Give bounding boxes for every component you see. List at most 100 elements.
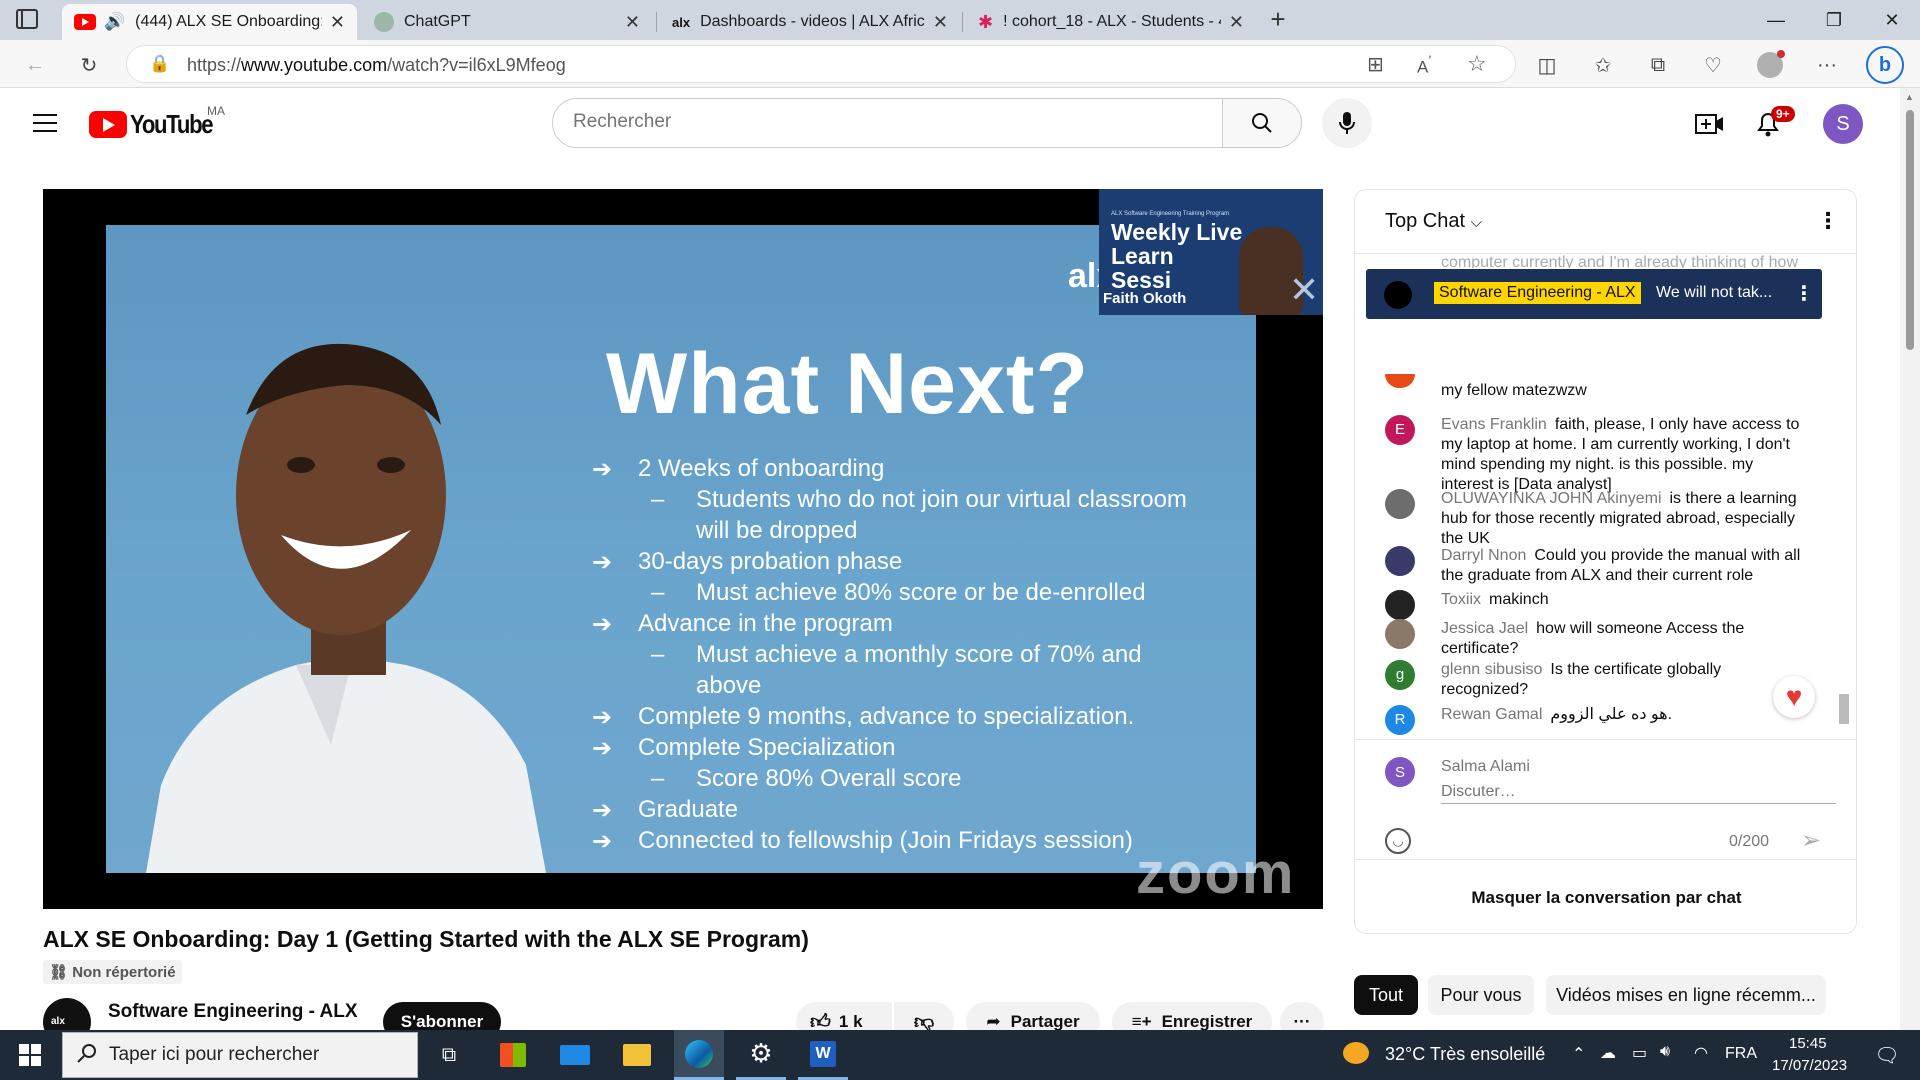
bullet-arrow-icon: ➔ (592, 797, 613, 824)
account-avatar[interactable]: S (1823, 104, 1863, 144)
chat-avatar: E (1385, 415, 1415, 445)
slide: alx What Next? ➔ 2 Weeks of onboarding – St… (106, 225, 1293, 906)
search-box[interactable] (552, 98, 1224, 148)
back-button[interactable]: ← (20, 50, 50, 80)
chip-all[interactable]: Tout (1354, 975, 1418, 1015)
search-button[interactable] (1222, 98, 1302, 148)
microsoft-store-icon[interactable] (488, 1035, 538, 1075)
file-explorer-icon[interactable] (612, 1035, 662, 1075)
search-input[interactable] (573, 111, 1193, 133)
read-aloud-icon[interactable]: Aʼ (1417, 54, 1432, 78)
tab-separator (962, 12, 963, 32)
slide-bullet: 30-days probation phase (638, 548, 903, 575)
close-tab-icon[interactable]: ✕ (1229, 12, 1244, 33)
app-available-icon[interactable]: ⊞ (1367, 52, 1384, 77)
chat-message[interactable]: Darryl Nnon Could you provide the manual … (1385, 546, 1805, 586)
split-screen-icon[interactable]: ◫ (1532, 50, 1562, 80)
address-bar[interactable]: 🔒 https://www.youtube.com/watch?v=il6xL9… (126, 45, 1516, 83)
emoji-icon[interactable]: ◡ (1385, 828, 1411, 854)
video-player[interactable]: alx What Next? ➔ 2 Weeks of onboarding – St… (43, 189, 1323, 909)
close-pip-icon[interactable]: ✕ (1289, 269, 1319, 311)
slide-sub-bullet: Must achieve 80% score or be de-enrolled (696, 579, 1146, 606)
tab-chatgpt[interactable]: ChatGPT ✕ (362, 4, 652, 40)
hamburger-menu-icon[interactable] (33, 114, 57, 132)
close-tab-icon[interactable]: ✕ (933, 12, 948, 33)
task-view-icon[interactable]: ⧉ (424, 1035, 474, 1075)
tab-youtube[interactable]: 🔊 (444) ALX SE Onboarding: D ✕ (62, 4, 357, 40)
volume-icon[interactable]: 🔊︎ (1660, 1043, 1670, 1061)
weather-text[interactable]: 32°C Très ensoleillé (1385, 1044, 1545, 1065)
windows-start-icon[interactable] (5, 1035, 55, 1075)
tab-title: ChatGPT (404, 13, 471, 30)
share-icon: ➦ (986, 1012, 1001, 1031)
send-icon[interactable]: ➢ (1801, 826, 1821, 855)
tab-slack[interactable]: ✱ ! cohort_18 - ALX - Students - 4 ✕ (966, 4, 1256, 40)
wifi-icon[interactable]: ◠ (1694, 1043, 1708, 1063)
tab-title: (444) ALX SE Onboarding: D (135, 13, 322, 30)
heart-reaction-icon[interactable]: ♥ (1773, 676, 1815, 718)
favorite-star-icon[interactable]: ☆ (1467, 51, 1487, 77)
chat-message-input[interactable] (1441, 780, 1836, 804)
chat-menu-icon[interactable]: ⋮ (1817, 208, 1839, 234)
youtube-header: YouTube MA 9+ S (0, 88, 1900, 160)
favorites-icon[interactable]: ✩ (1588, 50, 1618, 80)
collections-icon[interactable]: ⧉ (1643, 50, 1673, 80)
channel-name[interactable]: Software Engineering - ALX (108, 1001, 358, 1023)
page-scrollbar[interactable]: ▲ (1900, 88, 1920, 1030)
hide-chat-button[interactable]: Masquer la conversation par chat (1355, 859, 1856, 933)
new-tab-button[interactable]: + (1262, 4, 1294, 36)
onedrive-icon[interactable]: ☁ (1600, 1043, 1616, 1063)
chat-author: Darryl Nnon (1441, 547, 1527, 564)
edge-browser-icon[interactable] (674, 1030, 724, 1080)
chat-avatar: R (1385, 705, 1415, 735)
bing-copilot-icon[interactable]: b (1866, 46, 1904, 84)
restore-button[interactable]: ❐ (1806, 0, 1862, 40)
close-window-button[interactable]: ✕ (1864, 0, 1920, 40)
reload-button[interactable]: ↻ (74, 50, 104, 80)
chat-message[interactable]: Jessica Jael how will someone Access the … (1385, 619, 1805, 659)
clock-date[interactable]: 17/07/2023 (1772, 1057, 1847, 1074)
chat-message[interactable]: OLUWAYINKA JOHN Akinyemi is there a learn… (1385, 489, 1805, 549)
chat-avatar (1385, 374, 1415, 388)
chat-message[interactable]: Toxiix makinch (1385, 590, 1805, 620)
chip-for-you[interactable]: Pour vous (1428, 975, 1534, 1015)
chat-mode-dropdown[interactable]: Top Chat ⌵ (1385, 210, 1482, 233)
pinned-menu-icon[interactable]: ⋮ (1794, 281, 1814, 306)
more-menu-icon[interactable]: ··· (1812, 50, 1842, 80)
tab-alx-dashboard[interactable]: alx Dashboards - videos | ALX Africa ✕ (660, 4, 960, 40)
scroll-up-arrow[interactable]: ▲ (1905, 92, 1914, 102)
mail-icon[interactable] (550, 1035, 600, 1075)
voice-search-button[interactable] (1322, 98, 1372, 148)
close-tab-icon[interactable]: ✕ (625, 12, 640, 33)
minimize-button[interactable]: — (1748, 0, 1804, 40)
slide-bullet: 2 Weeks of onboarding (638, 455, 885, 482)
chip-recently-uploaded[interactable]: Vidéos mises en ligne récemm... (1546, 975, 1826, 1015)
chat-message[interactable]: E Evans Franklin faith, please, I only hav… (1385, 415, 1805, 495)
clock-time[interactable]: 15:45 (1789, 1035, 1827, 1052)
input-language[interactable]: FRA (1725, 1045, 1757, 1063)
show-hidden-icons[interactable]: ⌃ (1572, 1044, 1585, 1064)
profile-icon[interactable] (1755, 50, 1785, 80)
battery-icon[interactable]: ▭ (1632, 1043, 1647, 1063)
pip-presenter-name: Faith Okoth (1103, 290, 1187, 307)
bullet-arrow-icon: ➔ (592, 704, 613, 731)
link-icon: ⛓ (49, 964, 73, 981)
close-tab-icon[interactable]: ✕ (330, 12, 345, 33)
chat-message[interactable]: R Rewan Gamal هو ده علي الزووم. (1385, 705, 1805, 735)
create-video-icon[interactable] (1695, 112, 1725, 141)
speaker-icon[interactable]: 🔊 (104, 12, 125, 32)
browser-essentials-icon[interactable]: ♡ (1698, 50, 1728, 80)
word-icon[interactable]: W (798, 1030, 848, 1080)
chat-message[interactable]: g glenn sibusiso Is the certificate global… (1385, 660, 1805, 700)
weather-icon[interactable] (1343, 1042, 1369, 1064)
tab-title: Dashboards - videos | ALX Africa (700, 13, 925, 30)
taskbar-search-box[interactable]: Taper ici pour rechercher (62, 1032, 418, 1078)
notifications-center-icon[interactable]: 🗨︎ (1862, 1035, 1912, 1075)
tab-actions-icon[interactable] (16, 9, 38, 29)
scrollbar-thumb[interactable] (1906, 110, 1914, 350)
lock-icon[interactable]: 🔒 (149, 54, 170, 74)
pinned-message-banner[interactable]: Software Engineering - ALX We will not t… (1366, 269, 1822, 319)
slide-title: What Next? (606, 336, 1089, 432)
chat-scrollbar-thumb[interactable] (1839, 694, 1849, 724)
settings-gear-icon[interactable]: ⚙ (736, 1030, 786, 1080)
